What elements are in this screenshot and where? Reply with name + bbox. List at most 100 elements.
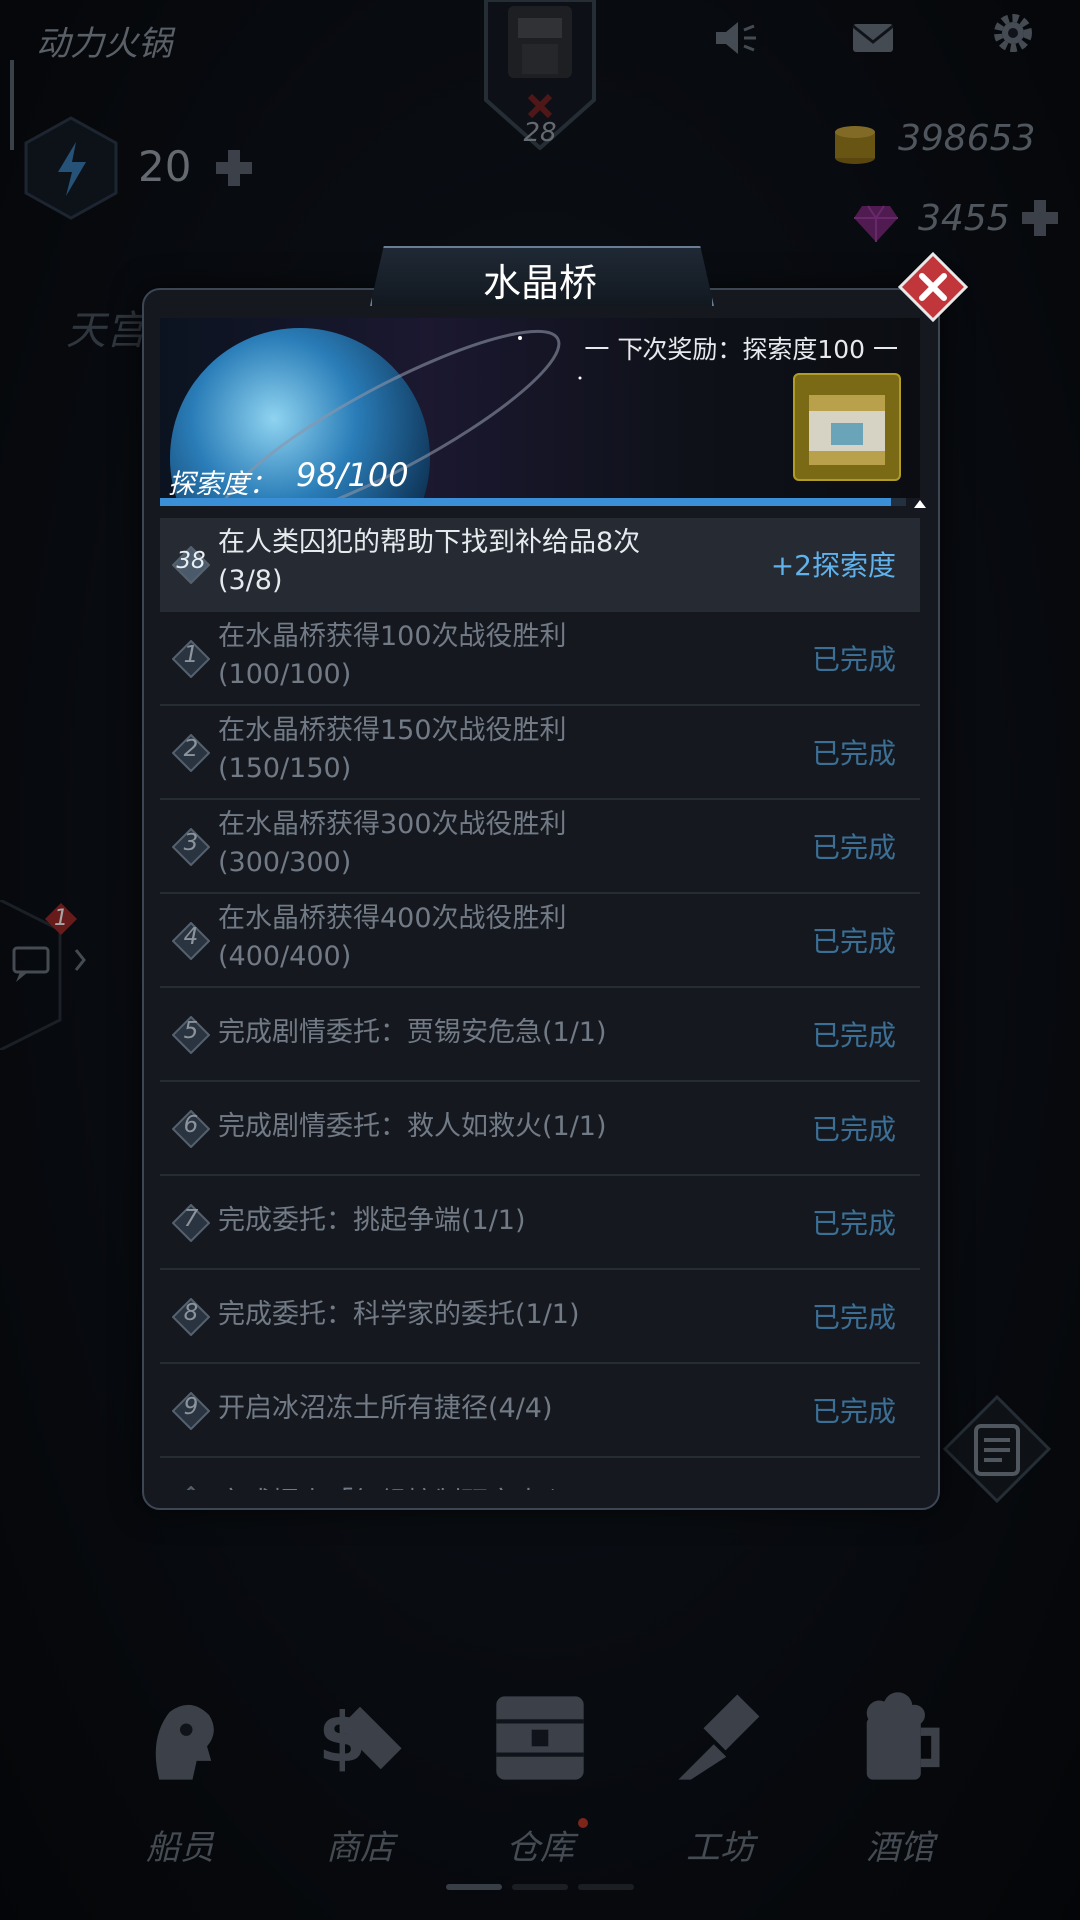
task-row[interactable]: 10完成据点「气候控制研究中心」(1/1) 已完成	[160, 1458, 920, 1490]
close-icon	[897, 251, 969, 323]
task-description: 在水晶桥获得300次战役胜利 (300/300)	[218, 806, 738, 882]
task-number: 10	[166, 1488, 216, 1490]
shop-icon: $	[318, 1698, 402, 1778]
task-status: 已完成	[811, 1395, 896, 1428]
page-indicator-3	[578, 1884, 634, 1890]
task-number: 5	[183, 1018, 199, 1044]
gear-icon[interactable]	[990, 10, 1036, 52]
nav-tavern[interactable]: 酒馆	[820, 1670, 980, 1870]
task-line1: 在水晶桥获得300次战役胜利	[218, 809, 567, 840]
task-status: 已完成	[811, 1113, 896, 1146]
nav-label-workshop: 工坊	[686, 1828, 754, 1868]
exploration-progress-bar	[160, 498, 906, 506]
nav-label-warehouse: 仓库	[506, 1828, 574, 1868]
popup-title: 水晶桥	[482, 261, 597, 305]
task-status: +2探索度	[770, 549, 896, 582]
task-line2: (400/400)	[218, 941, 352, 972]
add-energy-icon[interactable]	[214, 148, 254, 188]
task-line1: 完成委托：挑起争端(1/1)	[218, 1205, 526, 1236]
task-status: 已完成	[811, 737, 896, 770]
task-row[interactable]: 5 完成剧情委托：贾锡安危急(1/1) 已完成	[160, 988, 920, 1082]
task-row[interactable]: 3 在水晶桥获得300次战役胜利 (300/300) 已完成	[160, 800, 920, 894]
gold-coin-icon	[830, 122, 880, 166]
mail-icon[interactable]	[850, 18, 896, 58]
task-line1: 完成剧情委托：贾锡安危急(1/1)	[218, 1017, 607, 1048]
add-gem-icon[interactable]	[1020, 198, 1060, 238]
task-list[interactable]: 38 在人类囚犯的帮助下找到补给品8次 (3/8) +2探索度 1 在水晶桥获得100次战…	[160, 518, 920, 1490]
task-line2: (150/150)	[218, 753, 352, 784]
task-line2: (3/8)	[218, 565, 283, 596]
task-line1: 在水晶桥获得400次战役胜利	[218, 903, 567, 934]
task-description: 完成委托：科学家的委托(1/1)	[218, 1296, 738, 1334]
task-description: 开启冰沼冻土所有捷径(4/4)	[218, 1390, 738, 1428]
task-number: 8	[183, 1300, 199, 1326]
side-scroll-line	[10, 60, 14, 150]
task-number: 3	[183, 830, 199, 856]
task-line1: 在人类囚犯的帮助下找到补给品8次	[218, 527, 641, 558]
progress-end-marker	[914, 500, 926, 508]
task-number: 7	[183, 1206, 199, 1232]
task-description: 完成据点「气候控制研究中心」(1/1)	[218, 1484, 738, 1490]
task-description: 在水晶桥获得150次战役胜利 (150/150)	[218, 712, 738, 788]
task-row[interactable]: 1 在水晶桥获得100次战役胜利 (100/100) 已完成	[160, 612, 920, 706]
task-line1: 在水晶桥获得100次战役胜利	[218, 621, 567, 652]
task-description: 完成剧情委托：救人如救火(1/1)	[218, 1108, 738, 1146]
task-number: 6	[183, 1112, 199, 1138]
energy-icon	[22, 116, 120, 220]
task-line2: (100/100)	[218, 659, 352, 690]
exploration-progress-fill	[160, 498, 892, 506]
task-line1: 完成委托：科学家的委托(1/1)	[218, 1299, 580, 1330]
task-row[interactable]: 7 完成委托：挑起争端(1/1) 已完成	[160, 1176, 920, 1270]
crew-icon	[155, 1704, 214, 1780]
player-level: 28	[523, 118, 557, 148]
task-status: 已完成	[811, 1019, 896, 1052]
task-line2: (300/300)	[218, 847, 352, 878]
task-description: 在水晶桥获得100次战役胜利 (100/100)	[218, 618, 738, 694]
energy-value: 20	[138, 142, 192, 191]
exploration-label: 探索度：	[168, 469, 276, 498]
task-description: 完成剧情委托：贾锡安危急(1/1)	[218, 1014, 738, 1052]
task-number: 4	[183, 924, 199, 950]
warehouse-notification-dot	[578, 1818, 588, 1828]
background-location-title: 天宫	[66, 308, 146, 354]
next-reward-text: 一 下次奖励：探索度100 一	[584, 335, 898, 364]
task-line1: 完成据点「气候控制研究中心」(1/1)	[218, 1484, 738, 1490]
exploration-banner: 一 下次奖励：探索度100 一 探索度： 98/100	[160, 318, 920, 498]
reward-crate-icon[interactable]	[793, 373, 901, 481]
nav-label-tavern: 酒馆	[866, 1828, 934, 1868]
task-status: 已完成	[811, 831, 896, 864]
warehouse-icon	[496, 1696, 584, 1780]
task-row[interactable]: 4 在水晶桥获得400次战役胜利 (400/400) 已完成	[160, 894, 920, 988]
tavern-icon	[866, 1692, 940, 1780]
task-description: 完成委托：挑起争端(1/1)	[218, 1202, 738, 1240]
page-indicator-2	[512, 1884, 568, 1890]
task-description: 在人类囚犯的帮助下找到补给品8次 (3/8)	[218, 524, 738, 600]
task-description: 在水晶桥获得400次战役胜利 (400/400)	[218, 900, 738, 976]
nav-label-crew: 船员	[146, 1828, 214, 1868]
speaker-icon[interactable]	[712, 18, 758, 58]
gem-icon	[852, 204, 900, 244]
task-line1: 完成剧情委托：救人如救火(1/1)	[218, 1111, 607, 1142]
gem-value: 3455	[918, 198, 1010, 239]
close-button[interactable]	[897, 251, 969, 323]
nav-crew[interactable]: 船员	[100, 1670, 260, 1870]
task-status: 已完成	[811, 1207, 896, 1240]
task-row[interactable]: 6 完成剧情委托：救人如救火(1/1) 已完成	[160, 1082, 920, 1176]
workshop-icon	[678, 1694, 760, 1780]
bottom-nav: 船员 $ 商店 仓库 工坊 酒馆	[0, 1670, 1080, 1920]
exploration-value: 98/100	[296, 456, 409, 494]
nav-warehouse[interactable]: 仓库	[460, 1670, 620, 1870]
nav-workshop[interactable]: 工坊	[640, 1670, 800, 1870]
checklist-icon[interactable]	[942, 1394, 1052, 1504]
task-row[interactable]: 2 在水晶桥获得150次战役胜利 (150/150) 已完成	[160, 706, 920, 800]
nav-label-shop: 商店	[326, 1828, 394, 1868]
task-status: 已完成	[811, 1301, 896, 1334]
task-status: 已完成	[811, 925, 896, 958]
task-row[interactable]: 9 开启冰沼冻土所有捷径(4/4) 已完成	[160, 1364, 920, 1458]
task-number: 2	[183, 736, 199, 762]
gold-value: 398653	[898, 118, 1036, 159]
nav-shop[interactable]: $ 商店	[280, 1670, 440, 1870]
task-row[interactable]: 8 完成委托：科学家的委托(1/1) 已完成	[160, 1270, 920, 1364]
task-row[interactable]: 38 在人类囚犯的帮助下找到补给品8次 (3/8) +2探索度	[160, 518, 920, 612]
task-line1: 在水晶桥获得150次战役胜利	[218, 715, 567, 746]
